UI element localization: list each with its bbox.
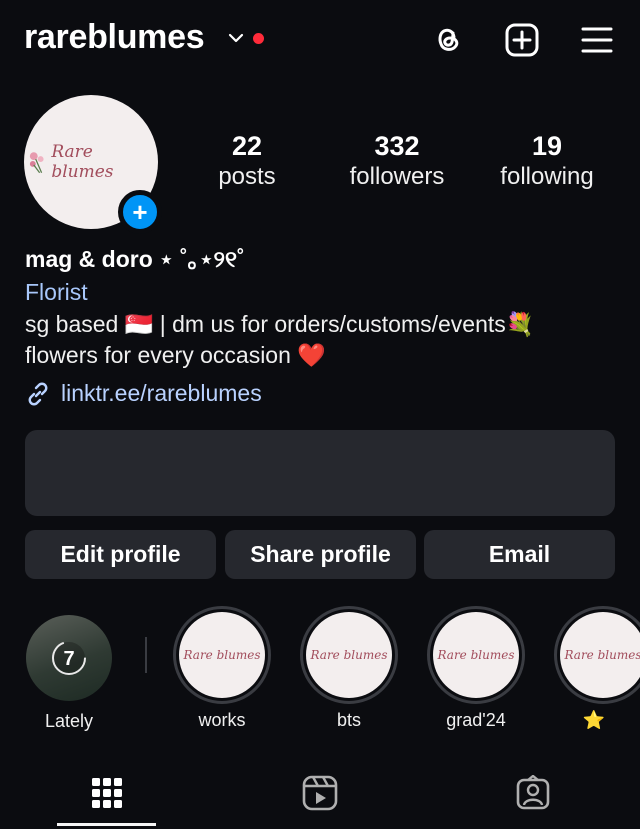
highlight-separator bbox=[145, 637, 147, 673]
stat-following[interactable]: 19 following bbox=[477, 130, 617, 192]
profile-link[interactable]: linktr.ee/rareblumes bbox=[25, 380, 262, 407]
highlight-bts[interactable]: Rare blumes bts bbox=[294, 606, 404, 731]
tab-grid[interactable] bbox=[67, 770, 147, 816]
share-profile-button[interactable]: Share profile bbox=[225, 530, 416, 579]
notification-dot bbox=[253, 33, 264, 44]
add-story-button[interactable]: + bbox=[118, 190, 162, 234]
reels-icon bbox=[302, 775, 338, 811]
highlight-label: grad'24 bbox=[446, 710, 506, 730]
highlight-label: bts bbox=[336, 710, 361, 730]
edit-profile-button[interactable]: Edit profile bbox=[25, 530, 216, 579]
profile-category[interactable]: Florist bbox=[25, 279, 88, 306]
stat-value: 19 bbox=[531, 131, 563, 161]
highlight-label: works bbox=[198, 710, 246, 730]
account-username[interactable]: rareblumes bbox=[24, 18, 205, 57]
brand-logo-text: Rare blumes bbox=[51, 142, 114, 182]
link-icon bbox=[28, 382, 48, 405]
stat-value: 332 bbox=[374, 131, 420, 161]
stat-followers[interactable]: 332 followers bbox=[327, 130, 467, 192]
tab-reels[interactable] bbox=[280, 770, 360, 816]
flower-logo-icon bbox=[29, 152, 44, 174]
highlight-label: Lately bbox=[44, 711, 94, 731]
highlight-grad24[interactable]: Rare blumes grad'24 bbox=[421, 606, 531, 731]
email-button[interactable]: Email bbox=[424, 530, 615, 579]
highlight-lately-cover[interactable]: 7 bbox=[26, 615, 112, 701]
tagged-person-icon bbox=[516, 775, 550, 810]
highlight-label: ⭐ bbox=[582, 710, 606, 730]
tab-tagged[interactable] bbox=[493, 770, 573, 816]
bio-line-1: sg based 🇸🇬 | dm us for orders/customs/e… bbox=[25, 311, 535, 337]
professional-dashboard[interactable] bbox=[25, 430, 615, 516]
threads-icon[interactable] bbox=[428, 20, 468, 60]
highlight-works[interactable]: Rare blumes works bbox=[167, 606, 277, 731]
stat-label: followers bbox=[349, 163, 445, 190]
countdown-badge-icon: 7 bbox=[52, 641, 86, 675]
highlight-star[interactable]: Rare blumes ⭐ bbox=[548, 606, 640, 731]
svg-text:7: 7 bbox=[63, 648, 74, 670]
menu-icon[interactable] bbox=[577, 20, 617, 60]
stat-label: posts bbox=[218, 163, 276, 190]
stat-label: following bbox=[500, 163, 594, 190]
create-post-icon[interactable] bbox=[502, 20, 542, 60]
grid-icon bbox=[92, 778, 122, 808]
bio-line-2: flowers for every occasion ❤️ bbox=[25, 342, 326, 368]
chevron-down-icon[interactable] bbox=[228, 30, 244, 46]
display-name: mag & doro ⋆ ˚｡⋆୨୧˚ bbox=[25, 246, 245, 272]
active-tab-indicator bbox=[57, 823, 156, 826]
stat-value: 22 bbox=[231, 131, 263, 161]
link-text: linktr.ee/rareblumes bbox=[61, 380, 262, 406]
stat-posts[interactable]: 22 posts bbox=[177, 130, 317, 192]
